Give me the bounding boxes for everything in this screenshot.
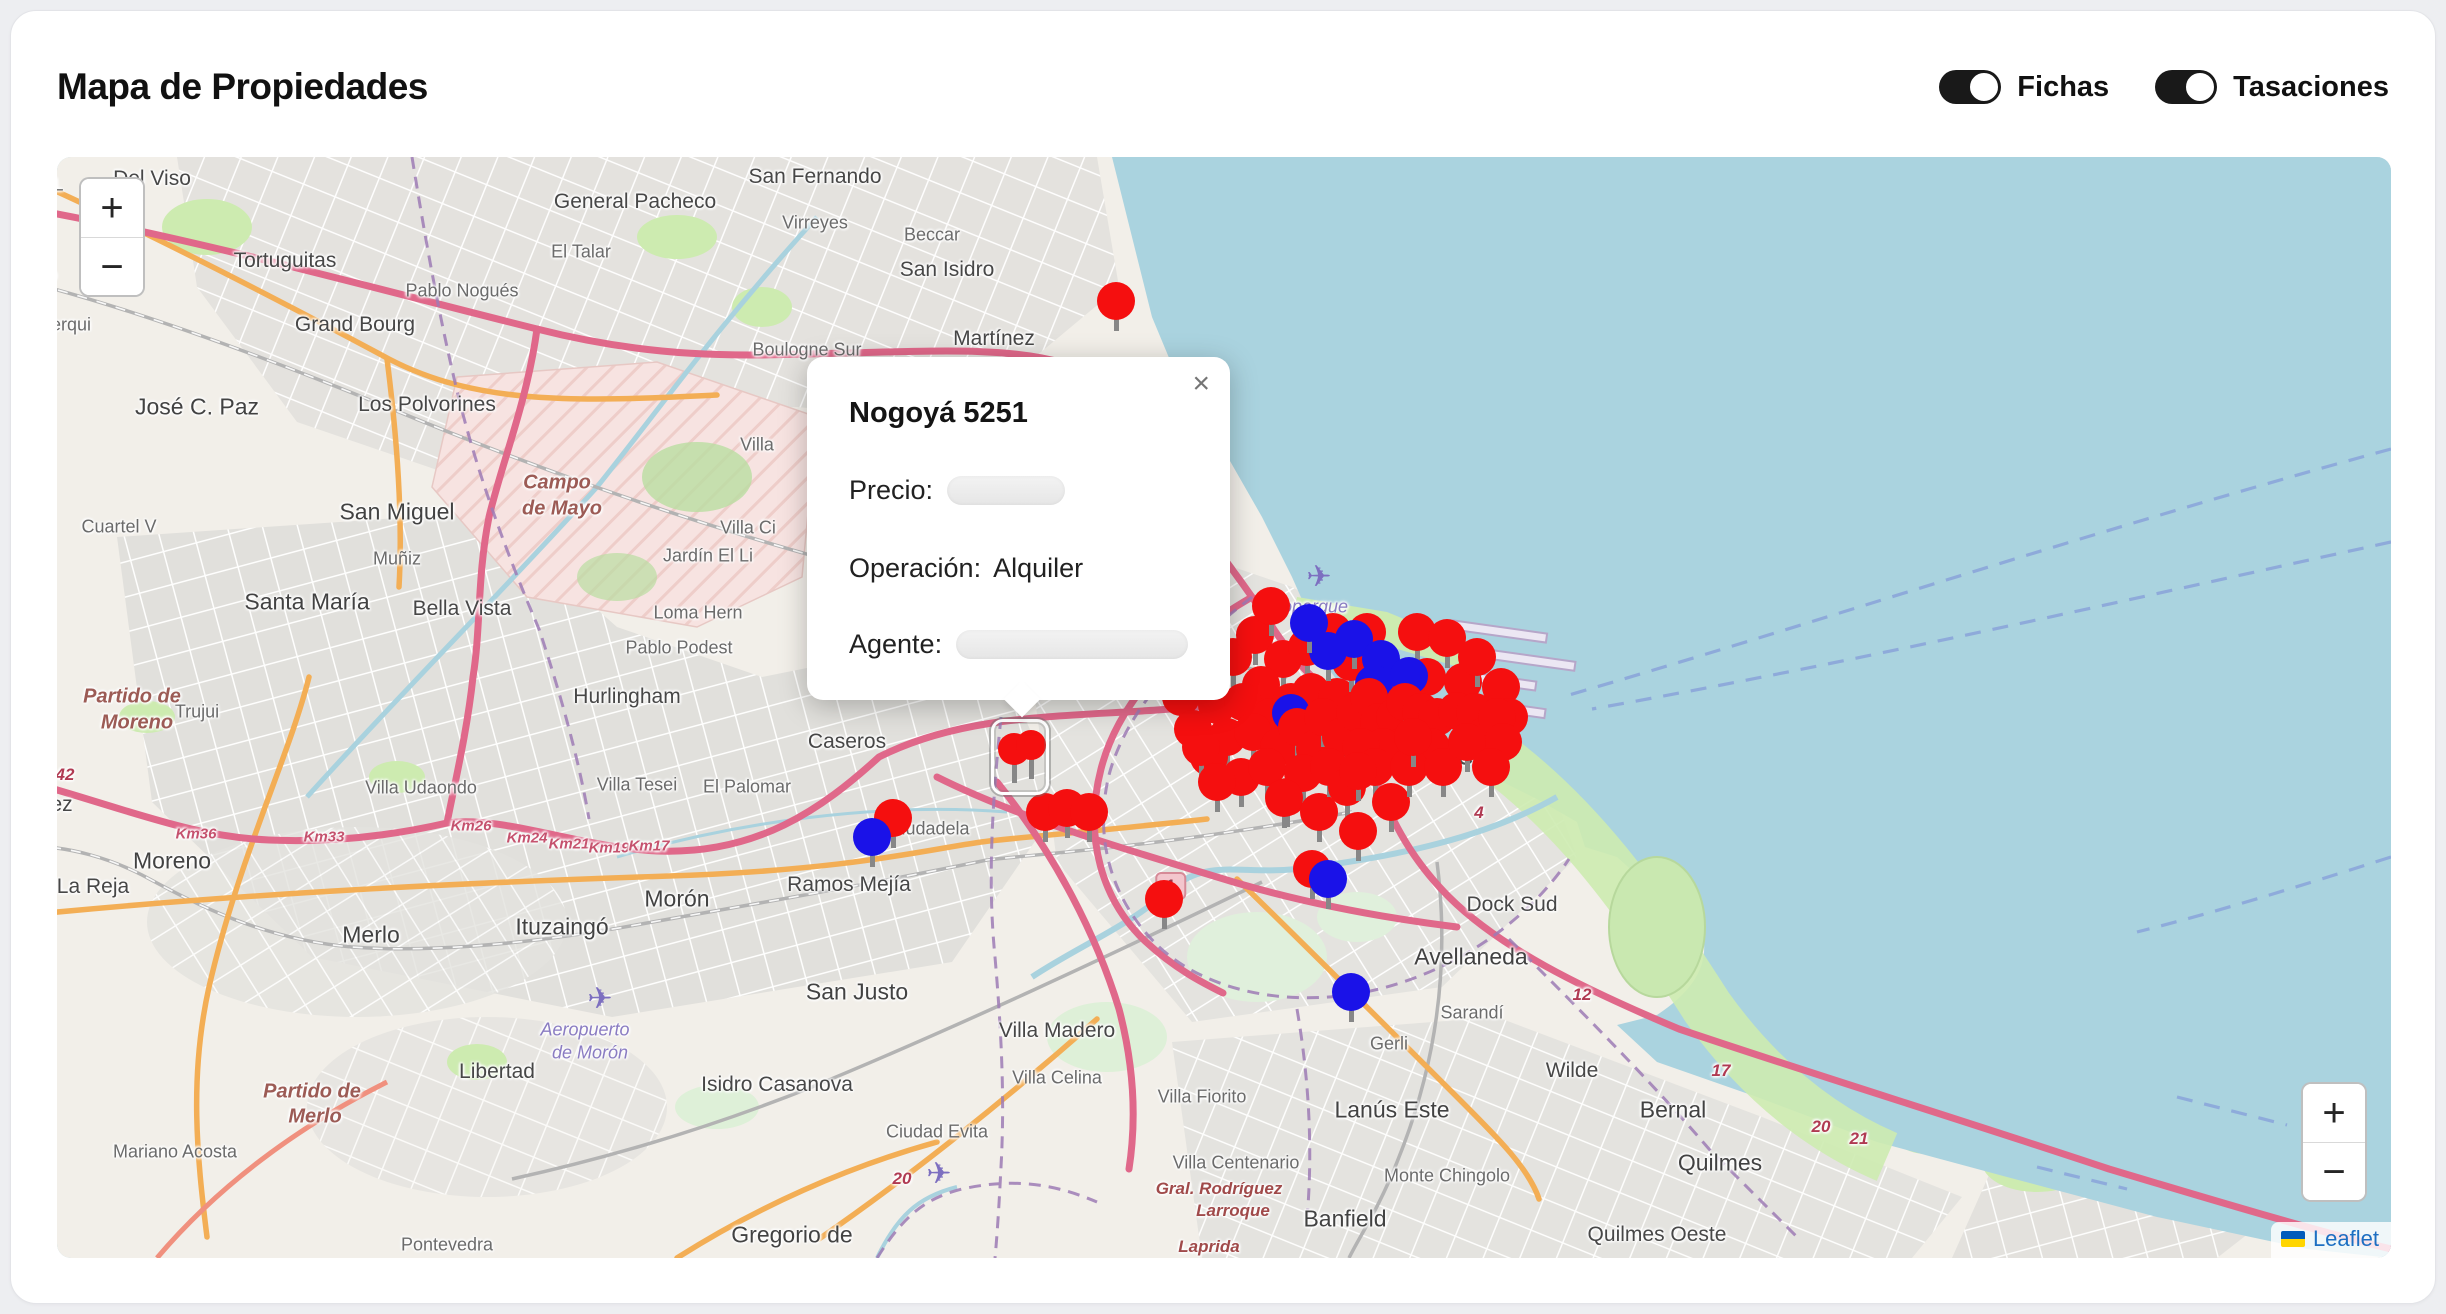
map-attribution: Leaflet	[2271, 1222, 2391, 1258]
toggle-tasaciones-label: Tasaciones	[2233, 71, 2389, 104]
zoom-in-button[interactable]: +	[81, 179, 143, 237]
popup-operation-label: Operación:	[849, 553, 981, 584]
map-markers-layer	[57, 157, 2391, 1258]
popup-agent-label: Agente:	[849, 629, 942, 660]
popup-operation-value: Alquiler	[993, 553, 1083, 584]
toggle-knob-icon	[1968, 71, 2000, 103]
selected-marker-ring	[991, 719, 1049, 795]
property-marker-blue[interactable]	[1309, 860, 1347, 898]
popup-price-label: Precio:	[849, 475, 933, 506]
toggle-tasaciones-switch[interactable]	[2155, 70, 2217, 104]
property-marker-red[interactable]	[1198, 763, 1236, 801]
property-marker-red[interactable]	[1252, 587, 1290, 625]
property-marker-red[interactable]	[1145, 880, 1183, 918]
popup-price-redacted-value	[947, 476, 1065, 505]
popup-agent-redacted-value	[956, 630, 1188, 659]
property-marker-red[interactable]	[1472, 748, 1510, 786]
zoom-control: + −	[79, 177, 145, 297]
zoom-control-secondary: + −	[2301, 1082, 2367, 1202]
property-marker-blue[interactable]	[1290, 604, 1328, 642]
card-header: Mapa de Propiedades Fichas Tasaciones	[57, 39, 2389, 135]
properties-map-card: Mapa de Propiedades Fichas Tasaciones	[10, 10, 2436, 1304]
property-marker-red[interactable]	[1097, 282, 1135, 320]
toggle-fichas-label: Fichas	[2017, 71, 2109, 104]
toggle-fichas-switch[interactable]	[1939, 70, 2001, 104]
layer-toggles: Fichas Tasaciones	[1939, 70, 2389, 104]
popup-title: Nogoyá 5251	[849, 397, 1028, 430]
page: Mapa de Propiedades Fichas Tasaciones	[0, 0, 2446, 1314]
zoom-out-button[interactable]: −	[81, 237, 143, 295]
page-title: Mapa de Propiedades	[57, 66, 428, 108]
map-canvas[interactable]: a LidoerquiDel VisoGeneral PachecoSan Fe…	[57, 157, 2391, 1258]
zoom-in-button-secondary[interactable]: +	[2303, 1084, 2365, 1142]
property-marker-red[interactable]	[1070, 793, 1108, 831]
zoom-out-button-secondary[interactable]: −	[2303, 1142, 2365, 1200]
popup-close-button[interactable]: ×	[1192, 369, 1210, 399]
toggle-fichas[interactable]: Fichas	[1939, 70, 2109, 104]
property-marker-red[interactable]	[1394, 718, 1432, 756]
property-marker-red[interactable]	[1339, 752, 1377, 790]
property-marker-blue[interactable]	[1332, 973, 1370, 1011]
property-marker-red[interactable]	[1372, 783, 1410, 821]
property-marker-red[interactable]	[1339, 812, 1377, 850]
toggle-tasaciones[interactable]: Tasaciones	[2155, 70, 2389, 104]
property-marker-red[interactable]	[1265, 779, 1303, 817]
property-marker-blue[interactable]	[853, 818, 891, 856]
toggle-knob-icon	[2184, 71, 2216, 103]
leaflet-link[interactable]: Leaflet	[2313, 1226, 2379, 1252]
property-marker-red[interactable]	[1182, 728, 1220, 766]
ukraine-flag-icon	[2281, 1231, 2305, 1247]
map-popup: × Nogoyá 5251 Precio: Operación: Alquile…	[807, 357, 1230, 700]
